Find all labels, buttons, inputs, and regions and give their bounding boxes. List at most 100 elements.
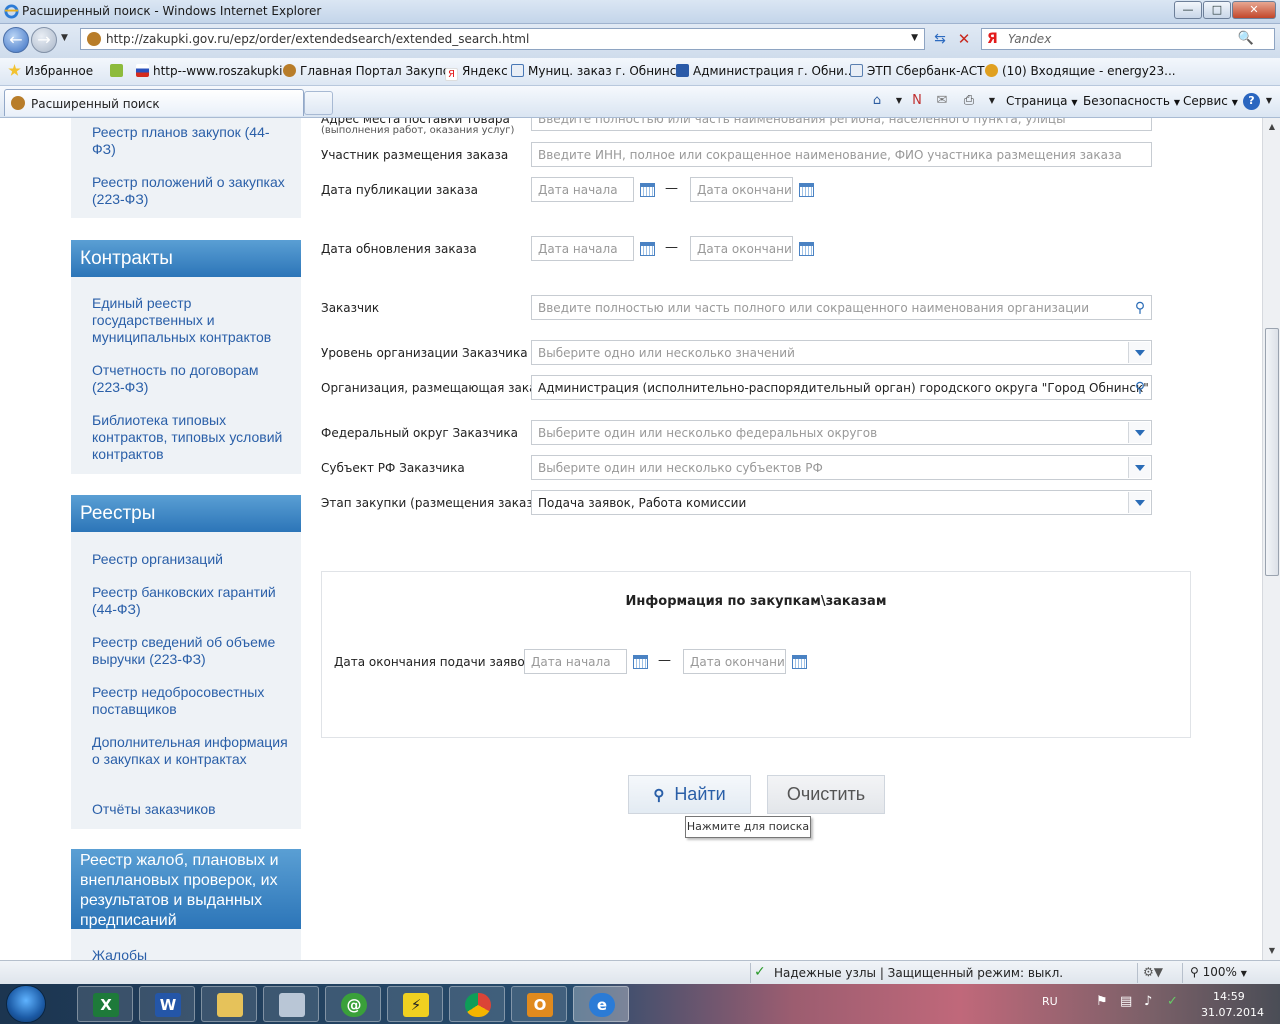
- sidebar-item-provisions-registry[interactable]: Реестр положений о закупках (223-ФЗ): [71, 174, 301, 208]
- tray-flag-icon[interactable]: ⚑: [1096, 994, 1108, 1009]
- placing-org-input[interactable]: Администрация (исполнительно-распорядите…: [531, 375, 1152, 400]
- add-favorite-icon[interactable]: [110, 64, 127, 78]
- new-tab-button[interactable]: [304, 91, 333, 115]
- update-date-from-input[interactable]: Дата начала: [531, 236, 634, 261]
- tab-extended-search[interactable]: Расширенный поиск: [4, 89, 304, 116]
- calendar-icon[interactable]: [792, 655, 807, 669]
- vertical-scrollbar[interactable]: ▲ ▼: [1262, 118, 1280, 960]
- sidebar-item-complaints[interactable]: Жалобы: [71, 947, 301, 960]
- chevron-down-icon[interactable]: [1128, 422, 1150, 443]
- favorite-link-6[interactable]: (10) Входящие - energy23...: [985, 64, 1176, 78]
- customer-input[interactable]: Введите полностью или часть полного или …: [531, 295, 1152, 320]
- calendar-icon[interactable]: [633, 655, 648, 669]
- favorite-link-0[interactable]: http--www.roszakupki: [136, 64, 282, 78]
- taskbar-mail-agent[interactable]: @: [325, 986, 381, 1022]
- zoom-control[interactable]: ⚲ 100% ▼: [1190, 965, 1247, 979]
- stop-icon[interactable]: ✕: [953, 28, 975, 50]
- sidebar-item-contracts-registry[interactable]: Единый реестр государственных и муниципа…: [71, 295, 301, 346]
- sidebar-item-unfair-suppliers[interactable]: Реестр недобросовестных поставщиков: [71, 684, 301, 718]
- feeds-icon[interactable]: N: [909, 93, 925, 109]
- tools-menu[interactable]: Сервис ▼: [1183, 94, 1238, 108]
- favorite-link-3[interactable]: Муниц. заказ г. Обнинск: [511, 64, 684, 78]
- safety-menu[interactable]: Безопасность ▼: [1083, 94, 1180, 108]
- read-mail-icon[interactable]: ✉: [934, 93, 950, 109]
- deadline-to-input[interactable]: Дата окончания: [683, 649, 786, 674]
- taskbar-word[interactable]: W: [139, 986, 195, 1022]
- close-button[interactable]: ✕: [1232, 1, 1276, 19]
- sidebar-item-customer-reports[interactable]: Отчёты заказчиков: [71, 801, 301, 818]
- taskbar-chrome[interactable]: [449, 986, 505, 1022]
- help-dropdown-icon[interactable]: ▼: [1261, 93, 1277, 109]
- taskbar-internet-explorer[interactable]: e: [573, 986, 629, 1022]
- print-icon[interactable]: ⎙: [961, 93, 977, 109]
- customer-level-select[interactable]: Выберите одно или несколько значений: [531, 340, 1152, 365]
- home-icon[interactable]: ⌂: [869, 93, 885, 109]
- calendar-icon[interactable]: [640, 183, 655, 197]
- taskbar-outlook[interactable]: O: [511, 986, 567, 1022]
- placing-org-search-icon[interactable]: ⚲: [1130, 378, 1150, 398]
- favorites-button[interactable]: Избранное: [8, 64, 93, 78]
- federal-district-select[interactable]: Выберите один или несколько федеральных …: [531, 420, 1152, 445]
- language-indicator[interactable]: RU: [1042, 995, 1058, 1008]
- page-menu[interactable]: Страница ▼: [1006, 94, 1078, 108]
- back-button[interactable]: ←: [3, 27, 29, 53]
- delivery-address-input[interactable]: Введите полностью или часть наименования…: [531, 118, 1152, 131]
- clock-time[interactable]: 14:59: [1213, 990, 1245, 1003]
- sidebar-item-bank-guarantees[interactable]: Реестр банковских гарантий (44-ФЗ): [71, 584, 301, 618]
- update-date-to-input[interactable]: Дата окончания: [690, 236, 793, 261]
- taskbar-calculator[interactable]: [263, 986, 319, 1022]
- address-dropdown-icon[interactable]: ▼: [911, 33, 918, 43]
- refresh-icon[interactable]: ⇆: [929, 28, 951, 50]
- customer-search-icon[interactable]: ⚲: [1130, 298, 1150, 318]
- region-select[interactable]: Выберите один или несколько субъектов РФ: [531, 455, 1152, 480]
- history-dropdown-icon[interactable]: ▼: [61, 33, 68, 43]
- forward-button[interactable]: →: [31, 27, 57, 53]
- help-icon[interactable]: ?: [1243, 93, 1260, 110]
- search-placeholder[interactable]: Yandex: [1008, 32, 1051, 46]
- chevron-down-icon[interactable]: [1128, 492, 1150, 513]
- favorite-link-1[interactable]: Главная Портал Закупок: [283, 64, 457, 78]
- calendar-icon[interactable]: [640, 242, 655, 256]
- tray-volume-icon[interactable]: ♪: [1144, 994, 1152, 1009]
- security-settings-icon[interactable]: ⚙▼: [1143, 965, 1163, 979]
- stage-select[interactable]: Подача заявок, Работа комиссии: [531, 490, 1152, 515]
- sidebar-item-revenue[interactable]: Реестр сведений об объеме выручки (223-Ф…: [71, 634, 301, 668]
- sidebar-item-contracts-reports[interactable]: Отчетность по договорам (223-ФЗ): [71, 362, 301, 396]
- publish-date-to-input[interactable]: Дата окончания: [690, 177, 793, 202]
- scroll-down-icon[interactable]: ▼: [1265, 944, 1279, 958]
- chevron-down-icon[interactable]: [1128, 342, 1150, 363]
- search-icon[interactable]: 🔍: [1238, 31, 1254, 46]
- chevron-down-icon[interactable]: [1128, 457, 1150, 478]
- sidebar-item-plans-registry[interactable]: Реестр планов закупок (44-ФЗ): [71, 124, 301, 158]
- calendar-icon[interactable]: [799, 242, 814, 256]
- find-button[interactable]: ⚲ Найти: [628, 775, 751, 814]
- start-button[interactable]: [6, 985, 46, 1023]
- scroll-thumb[interactable]: [1265, 328, 1279, 576]
- clear-button[interactable]: Очистить: [767, 775, 885, 814]
- sidebar-item-contracts-library[interactable]: Библиотека типовых контрактов, типовых у…: [71, 412, 301, 463]
- publish-date-from-input[interactable]: Дата начала: [531, 177, 634, 202]
- home-dropdown-icon[interactable]: ▼: [891, 93, 907, 109]
- taskbar-explorer[interactable]: [201, 986, 257, 1022]
- scroll-up-icon[interactable]: ▲: [1265, 120, 1279, 134]
- participant-input[interactable]: Введите ИНН, полное или сокращенное наим…: [531, 142, 1152, 167]
- calendar-icon[interactable]: [799, 183, 814, 197]
- deadline-from-input[interactable]: Дата начала: [524, 649, 627, 674]
- sidebar-item-additional-info[interactable]: Дополнительная информация о закупках и к…: [71, 734, 301, 768]
- sidebar-item-organizations[interactable]: Реестр организаций: [71, 551, 301, 568]
- favorite-link-2[interactable]: Я Яндекс: [445, 64, 508, 81]
- command-bar: Расширенный поиск ⌂ ▼ N ✉ ⎙ ▼ Страница ▼…: [0, 86, 1280, 118]
- minimize-button[interactable]: —: [1174, 1, 1202, 19]
- address-bar[interactable]: http://zakupki.gov.ru/epz/order/extended…: [80, 28, 925, 50]
- address-url[interactable]: http://zakupki.gov.ru/epz/order/extended…: [106, 32, 529, 46]
- favorite-link-5[interactable]: ЭТП Сбербанк-АСТ: [850, 64, 984, 78]
- print-dropdown-icon[interactable]: ▼: [984, 93, 1000, 109]
- taskbar-app[interactable]: ⚡: [387, 986, 443, 1022]
- search-box[interactable]: Я Yandex 🔍: [981, 28, 1275, 50]
- taskbar-excel[interactable]: X: [77, 986, 133, 1022]
- tray-security-icon[interactable]: ✓: [1167, 994, 1178, 1009]
- clock-date[interactable]: 31.07.2014: [1201, 1006, 1264, 1019]
- tray-network-icon[interactable]: ▤: [1120, 994, 1132, 1009]
- favorite-link-4[interactable]: Администрация г. Обни...: [676, 64, 855, 78]
- maximize-button[interactable]: □: [1203, 1, 1231, 19]
